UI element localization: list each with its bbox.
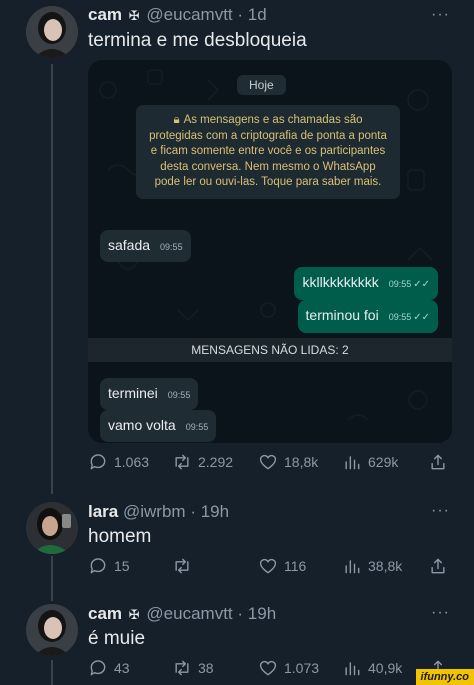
heart-icon	[259, 558, 277, 574]
reply-count: 1.063	[114, 454, 150, 470]
handle[interactable]: @eucamvtt	[146, 604, 232, 623]
analytics-icon	[345, 560, 360, 574]
message-text: terminou foi	[305, 307, 379, 323]
reply-button[interactable]: 43	[88, 658, 130, 678]
display-name[interactable]: cam	[88, 604, 122, 623]
avatar[interactable]	[26, 6, 78, 58]
tweet-header: cam ✠ @eucamvtt · 19h	[88, 604, 276, 625]
separator-dot: ·	[190, 502, 196, 521]
watermark-text: ifunny.co	[420, 671, 469, 683]
timestamp[interactable]: 19h	[248, 604, 276, 623]
reply-icon	[90, 558, 106, 574]
views-button[interactable]: 40,9k	[342, 658, 402, 678]
share-icon	[431, 558, 445, 574]
reply-icon	[90, 660, 106, 676]
more-options-icon[interactable]: ···	[431, 502, 450, 520]
reply-count: 43	[114, 660, 130, 676]
share-button[interactable]	[428, 452, 448, 472]
message-text: safada	[108, 237, 151, 253]
more-options-icon[interactable]: ···	[431, 604, 450, 622]
lock-icon: 🔒︎	[173, 114, 180, 126]
tweet-header: lara @iwrbm · 19h	[88, 502, 229, 522]
reply-icon	[90, 454, 106, 470]
tweet[interactable]: cam ✠ @eucamvtt · 19h ··· é muie 43 38 1…	[0, 600, 474, 685]
like-button[interactable]: 18,8k	[258, 452, 318, 472]
views-button[interactable]: 38,8k	[342, 556, 402, 576]
message-text: kkllkkkkkkkk	[302, 274, 379, 290]
reply-button[interactable]: 1.063	[88, 452, 149, 472]
message-bubble-incoming[interactable]: vamo volta 09:55	[100, 410, 217, 442]
encryption-notice[interactable]: 🔒︎ As mensagens e as chamadas são protegi…	[136, 105, 400, 199]
message-text: vamo volta	[108, 417, 176, 433]
tweet-actions: 15 116 38,8k	[88, 556, 448, 578]
retweet-count: 2.292	[198, 454, 234, 470]
analytics-icon	[345, 662, 360, 676]
timestamp[interactable]: 19h	[201, 502, 229, 521]
whatsapp-screenshot[interactable]: Hoje 🔒︎ As mensagens e as chamadas são pr…	[88, 60, 452, 443]
tweet-header: cam ✠ @eucamvtt · 1d	[88, 5, 267, 26]
tweet-text: homem	[88, 526, 152, 547]
like-count: 1.073	[284, 660, 320, 676]
like-button[interactable]: 116	[258, 556, 306, 576]
reply-button[interactable]: 15	[88, 556, 130, 576]
tweet-actions: 43 38 1.073 40,9k	[88, 658, 448, 680]
share-icon	[431, 454, 445, 470]
like-button[interactable]: 1.073	[258, 658, 319, 678]
retweet-button[interactable]: 38	[172, 658, 214, 678]
views-button[interactable]: 629k	[342, 452, 398, 472]
avatar[interactable]	[26, 604, 78, 656]
message-time: 09:55	[167, 390, 191, 400]
message-bubble-incoming[interactable]: safada 09:55	[100, 230, 191, 262]
share-button[interactable]	[428, 556, 448, 576]
separator-dot: ·	[237, 604, 244, 623]
display-name[interactable]: lara	[88, 502, 118, 521]
tweet-text: é muie	[88, 628, 146, 649]
encryption-text: As mensagens e as chamadas são protegida…	[149, 114, 387, 188]
view-count: 629k	[368, 454, 399, 470]
timestamp[interactable]: 1d	[248, 5, 267, 24]
date-chip: Hoje	[237, 75, 286, 95]
retweet-icon	[175, 660, 189, 676]
cross-icon: ✠	[128, 8, 140, 23]
tweet-text: termina e me desbloqueia	[88, 30, 307, 51]
like-count: 18,8k	[284, 454, 319, 470]
message-text: terminei	[108, 385, 158, 401]
separator-dot: ·	[237, 5, 244, 24]
watermark: ifunny.co	[415, 669, 474, 685]
handle[interactable]: @eucamvtt	[146, 5, 232, 24]
retweet-count: 38	[198, 660, 214, 676]
retweet-button[interactable]: 2.292	[172, 452, 233, 472]
tweet-actions: 1.063 2.292 18,8k 629k	[88, 452, 448, 474]
double-check-icon: ✓✓	[413, 312, 430, 323]
more-options-icon[interactable]: ···	[431, 6, 450, 24]
reply-count: 15	[114, 558, 130, 574]
retweet-icon	[175, 454, 189, 470]
heart-icon	[259, 660, 277, 676]
tweet[interactable]: cam ✠ @eucamvtt · 1d ··· termina e me de…	[0, 0, 474, 480]
double-check-icon: ✓✓	[413, 279, 430, 290]
message-time: 09:55	[388, 279, 412, 289]
message-time: 09:55	[160, 242, 183, 252]
view-count: 38,8k	[368, 558, 403, 574]
like-count: 116	[284, 558, 307, 574]
retweet-icon	[175, 558, 189, 574]
avatar[interactable]	[26, 502, 78, 554]
handle[interactable]: @iwrbm	[123, 502, 186, 521]
message-time: 09:55	[388, 312, 412, 322]
analytics-icon	[345, 456, 360, 470]
retweet-button[interactable]	[172, 556, 198, 576]
tweet[interactable]: lara @iwrbm · 19h ··· homem 15 116 38,8k	[0, 496, 474, 596]
heart-icon	[259, 454, 277, 470]
message-bubble-outgoing[interactable]: terminou foi 09:55 ✓✓	[297, 300, 438, 333]
message-time: 09:55	[185, 422, 209, 432]
message-bubble-incoming[interactable]: terminei 09:55	[100, 378, 199, 410]
cross-icon: ✠	[128, 607, 140, 622]
display-name[interactable]: cam	[88, 5, 122, 24]
view-count: 40,9k	[368, 660, 403, 676]
unread-messages-divider: MENSAGENS NÃO LIDAS: 2	[88, 338, 452, 362]
message-bubble-outgoing[interactable]: kkllkkkkkkkk 09:55 ✓✓	[294, 267, 438, 300]
